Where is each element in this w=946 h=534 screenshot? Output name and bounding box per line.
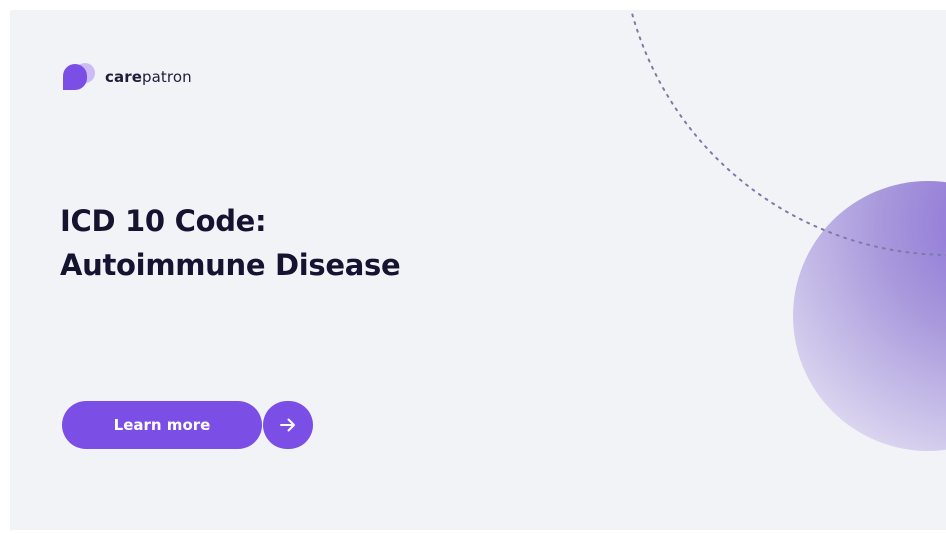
banner-card: carepatron ICD 10 Code: Autoimmune Disea… <box>10 10 946 530</box>
brand-logo: carepatron <box>61 62 192 92</box>
brand-name: carepatron <box>105 68 192 86</box>
learn-more-label: Learn more <box>113 416 211 434</box>
learn-more-arrow-button[interactable] <box>263 401 313 449</box>
purple-orb <box>793 181 946 451</box>
title-line-2: Autoimmune Disease <box>60 248 401 282</box>
page-title: ICD 10 Code: Autoimmune Disease <box>60 199 401 287</box>
arrow-right-icon <box>280 418 295 432</box>
carepatron-logo-icon <box>63 63 95 90</box>
learn-more-button[interactable]: Learn more <box>62 401 262 449</box>
title-line-1: ICD 10 Code: <box>60 204 267 238</box>
